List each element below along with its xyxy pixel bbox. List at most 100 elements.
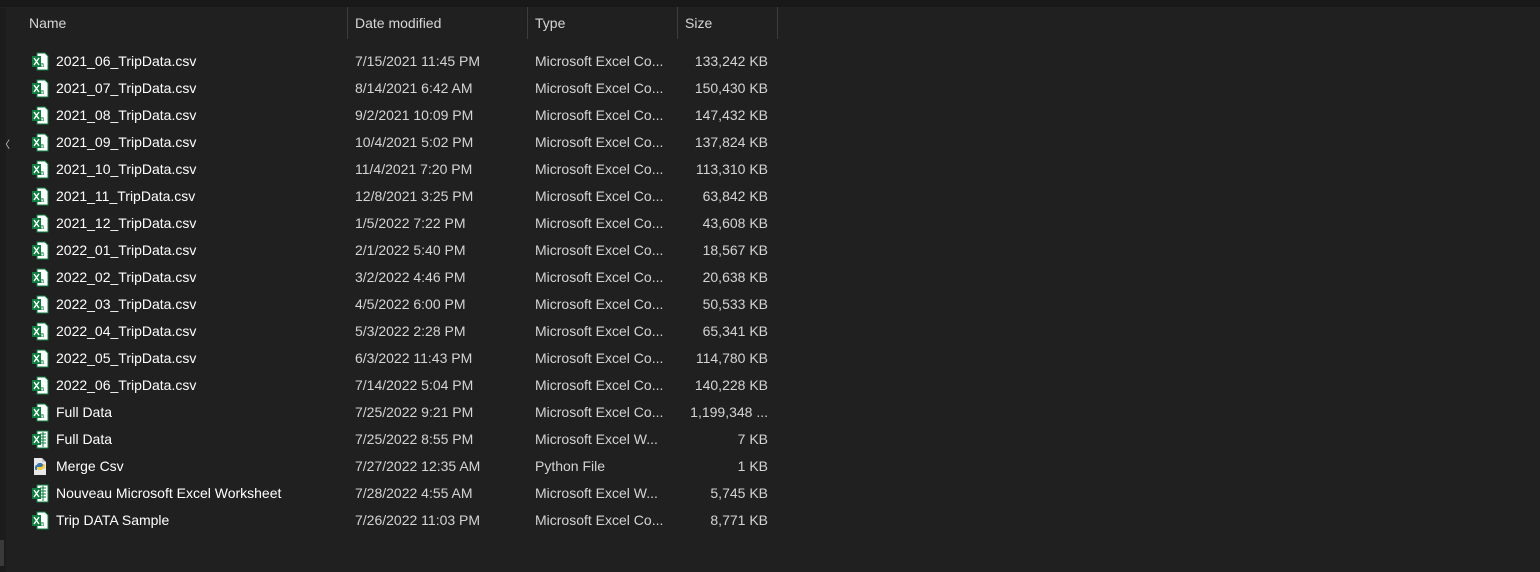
file-type: Microsoft Excel W... — [535, 431, 658, 447]
column-header-date-label: Date modified — [355, 15, 442, 31]
file-name: 2021_12_TripData.csv — [56, 215, 197, 231]
excel-csv-icon: a — [31, 349, 49, 368]
file-date-modified: 7/26/2022 11:03 PM — [355, 512, 481, 528]
file-size: 8,771 KB — [710, 512, 768, 528]
file-row[interactable]: Merge Csv 7/27/2022 12:35 AM Python File… — [22, 453, 778, 480]
file-date-modified: 7/15/2021 11:45 PM — [355, 53, 481, 69]
file-name: 2022_02_TripData.csv — [56, 269, 197, 285]
file-size: 137,824 KB — [694, 134, 768, 150]
file-size: 140,228 KB — [694, 377, 768, 393]
file-size: 147,432 KB — [694, 107, 768, 123]
file-type: Microsoft Excel Co... — [535, 80, 664, 96]
excel-csv-icon: a — [31, 160, 49, 179]
file-date-modified: 9/2/2021 10:09 PM — [355, 107, 474, 123]
left-pane-glyph: 〈 — [0, 140, 10, 151]
file-row[interactable]: a 2021_08_TripData.csv 9/2/2021 10:09 PM… — [22, 102, 778, 129]
file-size: 150,430 KB — [694, 80, 768, 96]
column-header-type[interactable]: Type — [528, 7, 678, 39]
scrollbar-thumb[interactable] — [0, 540, 4, 566]
excel-csv-icon: a — [31, 133, 49, 152]
file-name: Full Data — [56, 404, 113, 420]
file-date-modified: 2/1/2022 5:40 PM — [355, 242, 466, 258]
python-file-icon — [31, 457, 49, 476]
excel-csv-icon: a — [31, 268, 49, 287]
file-row[interactable]: a 2022_03_TripData.csv 4/5/2022 6:00 PM … — [22, 291, 778, 318]
file-name: 2021_08_TripData.csv — [56, 107, 197, 123]
file-name: 2022_05_TripData.csv — [56, 350, 197, 366]
file-row[interactable]: a 2021_07_TripData.csv 8/14/2021 6:42 AM… — [22, 75, 778, 102]
excel-csv-icon: a — [31, 106, 49, 125]
file-type: Microsoft Excel Co... — [535, 242, 664, 258]
file-type: Microsoft Excel Co... — [535, 188, 664, 204]
column-header-name-label: Name — [29, 15, 67, 31]
file-type: Microsoft Excel Co... — [535, 107, 664, 123]
excel-worksheet-icon — [31, 430, 49, 449]
file-row[interactable]: a 2022_02_TripData.csv 3/2/2022 4:46 PM … — [22, 264, 778, 291]
file-type: Microsoft Excel Co... — [535, 215, 664, 231]
file-date-modified: 6/3/2022 11:43 PM — [355, 350, 473, 366]
file-name: 2021_09_TripData.csv — [56, 134, 197, 150]
file-type: Microsoft Excel Co... — [535, 296, 664, 312]
file-row[interactable]: a 2021_06_TripData.csv 7/15/2021 11:45 P… — [22, 48, 778, 75]
file-row[interactable]: Nouveau Microsoft Excel Worksheet 7/28/2… — [22, 480, 778, 507]
file-type: Microsoft Excel Co... — [535, 350, 664, 366]
file-name: 2022_06_TripData.csv — [56, 377, 197, 393]
file-name: 2021_07_TripData.csv — [56, 80, 197, 96]
file-name: Trip DATA Sample — [56, 512, 170, 528]
file-row[interactable]: a 2022_04_TripData.csv 5/3/2022 2:28 PM … — [22, 318, 778, 345]
file-size: 113,310 KB — [695, 161, 768, 177]
file-type: Python File — [535, 458, 606, 474]
file-size: 5,745 KB — [710, 485, 768, 501]
excel-csv-icon: a — [31, 376, 49, 395]
file-row[interactable]: a 2021_09_TripData.csv 10/4/2021 5:02 PM… — [22, 129, 778, 156]
file-size: 18,567 KB — [702, 242, 768, 258]
file-row[interactable]: a 2021_10_TripData.csv 11/4/2021 7:20 PM… — [22, 156, 778, 183]
excel-csv-icon: a — [31, 241, 49, 260]
sort-up-icon: ⌃ — [178, 0, 188, 8]
file-type: Microsoft Excel Co... — [535, 269, 664, 285]
file-type: Microsoft Excel Co... — [535, 377, 664, 393]
file-type: Microsoft Excel Co... — [535, 53, 664, 69]
excel-csv-icon: a — [31, 214, 49, 233]
file-date-modified: 7/28/2022 4:55 AM — [355, 485, 473, 501]
file-type: Microsoft Excel Co... — [535, 404, 664, 420]
navigation-pane-edge: 〈 — [0, 8, 10, 572]
file-date-modified: 12/8/2021 3:25 PM — [355, 188, 474, 204]
excel-csv-icon: a — [31, 511, 49, 530]
file-list: a 2021_06_TripData.csv 7/15/2021 11:45 P… — [22, 48, 778, 534]
file-size: 63,842 KB — [702, 188, 768, 204]
file-type: Microsoft Excel W... — [535, 485, 658, 501]
file-date-modified: 7/25/2022 9:21 PM — [355, 404, 474, 420]
file-type: Microsoft Excel Co... — [535, 512, 664, 528]
file-row[interactable]: Full Data 7/25/2022 8:55 PM Microsoft Ex… — [22, 426, 778, 453]
top-strip — [0, 0, 1540, 7]
file-name: 2022_01_TripData.csv — [56, 242, 197, 258]
file-size: 7 KB — [737, 431, 768, 447]
file-size: 114,780 KB — [695, 350, 768, 366]
file-size: 1,199,348 ... — [690, 404, 768, 420]
file-name: Merge Csv — [56, 458, 124, 474]
file-row[interactable]: a Full Data 7/25/2022 9:21 PM Microsoft … — [22, 399, 778, 426]
column-header-name[interactable]: Name — [22, 7, 348, 39]
column-header-size[interactable]: Size — [678, 7, 778, 39]
excel-csv-icon: a — [31, 322, 49, 341]
file-name: Nouveau Microsoft Excel Worksheet — [56, 485, 282, 501]
file-date-modified: 5/3/2022 2:28 PM — [355, 323, 466, 339]
file-date-modified: 7/27/2022 12:35 AM — [355, 458, 481, 474]
file-name: 2022_04_TripData.csv — [56, 323, 197, 339]
excel-csv-icon: a — [31, 52, 49, 71]
file-type: Microsoft Excel Co... — [535, 161, 664, 177]
column-header-date[interactable]: Date modified — [348, 7, 528, 39]
column-header-type-label: Type — [535, 15, 566, 31]
file-row[interactable]: a Trip DATA Sample 7/26/2022 11:03 PM Mi… — [22, 507, 778, 534]
file-row[interactable]: a 2021_12_TripData.csv 1/5/2022 7:22 PM … — [22, 210, 778, 237]
file-date-modified: 7/25/2022 8:55 PM — [355, 431, 474, 447]
file-row[interactable]: a 2021_11_TripData.csv 12/8/2021 3:25 PM… — [22, 183, 778, 210]
file-row[interactable]: a 2022_01_TripData.csv 2/1/2022 5:40 PM … — [22, 237, 778, 264]
file-row[interactable]: a 2022_06_TripData.csv 7/14/2022 5:04 PM… — [22, 372, 778, 399]
file-row[interactable]: a 2022_05_TripData.csv 6/3/2022 11:43 PM… — [22, 345, 778, 372]
excel-csv-icon: a — [31, 403, 49, 422]
file-date-modified: 3/2/2022 4:46 PM — [355, 269, 466, 285]
file-size: 65,341 KB — [702, 323, 768, 339]
column-header: Name ⌃ Date modified Type Size — [22, 0, 778, 39]
